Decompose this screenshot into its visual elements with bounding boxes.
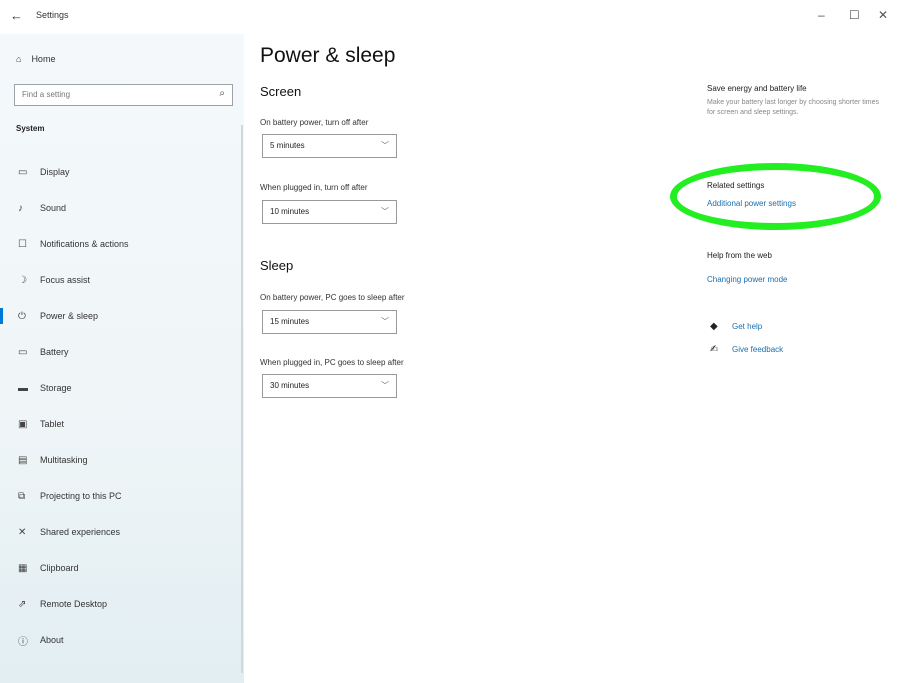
- get-help-link[interactable]: ◆ Get help: [710, 321, 762, 332]
- screen-plugged-dropdown[interactable]: 10 minutes ﹀: [262, 200, 397, 224]
- sidebar-item-notifications[interactable]: ☐ Notifications & actions: [0, 226, 240, 262]
- sleep-plugged-dropdown[interactable]: 30 minutes ﹀: [262, 374, 397, 398]
- notifications-icon: ☐: [18, 238, 27, 250]
- sidebar-item-focus-assist[interactable]: ☽ Focus assist: [0, 262, 240, 298]
- search-input[interactable]: Find a setting ⌕: [14, 84, 233, 106]
- display-icon: ▭: [18, 166, 28, 178]
- window-title: Settings: [36, 10, 69, 20]
- sidebar-item-label: Power & sleep: [40, 311, 99, 321]
- battery-icon: ▭: [18, 346, 28, 358]
- screen-battery-label: On battery power, turn off after: [260, 118, 369, 127]
- title-bar: ← Settings – ☐ ✕: [0, 0, 902, 34]
- page-title: Power & sleep: [260, 44, 396, 67]
- sidebar-item-shared-experiences[interactable]: ✕ Shared experiences: [0, 514, 240, 550]
- sleep-battery-dropdown[interactable]: 15 minutes ﹀: [262, 310, 397, 334]
- sleep-plugged-label: When plugged in, PC goes to sleep after: [260, 358, 404, 367]
- multitasking-icon: ▤: [18, 454, 28, 466]
- home-nav-item[interactable]: ⌂ Home: [16, 54, 55, 64]
- sidebar: ⌂ Home Find a setting ⌕ System ▭ Display…: [0, 34, 244, 683]
- sleep-heading: Sleep: [260, 258, 294, 273]
- feedback-icon: ✍: [710, 344, 719, 355]
- search-placeholder: Find a setting: [22, 90, 71, 99]
- get-help-icon: ◆: [710, 321, 718, 332]
- get-help-label: Get help: [732, 322, 763, 331]
- changing-power-mode-link[interactable]: Changing power mode: [707, 275, 788, 284]
- chevron-down-icon: ﹀: [381, 141, 389, 150]
- sidebar-item-storage[interactable]: ▬ Storage: [0, 370, 240, 406]
- sidebar-item-multitasking[interactable]: ▤ Multitasking: [0, 442, 240, 478]
- sidebar-item-label: Battery: [40, 347, 69, 357]
- sidebar-item-label: Multitasking: [40, 455, 88, 465]
- save-energy-title: Save energy and battery life: [707, 84, 807, 93]
- dropdown-value: 15 minutes: [270, 317, 310, 326]
- projecting-icon: ⧉: [18, 490, 26, 502]
- give-feedback-label: Give feedback: [732, 345, 784, 354]
- sidebar-divider: [241, 125, 243, 673]
- sidebar-item-power-sleep[interactable]: ⏻ Power & sleep: [0, 298, 240, 334]
- sidebar-item-display[interactable]: ▭ Display: [0, 154, 240, 190]
- dropdown-value: 30 minutes: [270, 381, 310, 390]
- chevron-down-icon: ﹀: [381, 317, 389, 326]
- screen-heading: Screen: [260, 84, 302, 99]
- sidebar-item-label: Storage: [40, 383, 72, 393]
- sidebar-item-label: About: [40, 635, 64, 645]
- sidebar-item-label: Display: [40, 167, 70, 177]
- sidebar-item-label: Projecting to this PC: [40, 491, 122, 501]
- section-label: System: [16, 124, 45, 133]
- dropdown-value: 5 minutes: [270, 141, 305, 150]
- dropdown-value: 10 minutes: [270, 207, 310, 216]
- maximize-button[interactable]: ☐: [849, 8, 860, 22]
- minimize-button[interactable]: –: [818, 8, 825, 22]
- sidebar-item-about[interactable]: ⓘ About: [0, 622, 240, 658]
- home-icon: ⌂: [16, 54, 22, 64]
- close-button[interactable]: ✕: [878, 8, 888, 22]
- sidebar-item-label: Remote Desktop: [40, 599, 108, 609]
- about-icon: ⓘ: [18, 636, 28, 648]
- sidebar-item-label: Sound: [40, 203, 67, 213]
- tablet-icon: ▣: [18, 418, 28, 430]
- sidebar-item-projecting[interactable]: ⧉ Projecting to this PC: [0, 478, 240, 514]
- storage-icon: ▬: [18, 382, 28, 394]
- focus-assist-icon: ☽: [18, 274, 27, 286]
- sound-icon: ♪: [18, 202, 23, 214]
- save-energy-text: Make your battery last longer by choosin…: [707, 99, 879, 116]
- give-feedback-link[interactable]: ✍ Give feedback: [710, 344, 783, 355]
- chevron-down-icon: ﹀: [381, 381, 389, 390]
- power-icon: ⏻: [18, 310, 26, 322]
- sidebar-item-label: Shared experiences: [40, 527, 121, 537]
- nav-list: ▭ Display ♪ Sound ☐ Notifications & acti…: [0, 154, 240, 658]
- sidebar-item-tablet[interactable]: ▣ Tablet: [0, 406, 240, 442]
- sidebar-item-sound[interactable]: ♪ Sound: [0, 190, 240, 226]
- remote-desktop-icon: ⇗: [18, 598, 27, 610]
- sidebar-item-label: Notifications & actions: [40, 239, 129, 249]
- home-label: Home: [31, 54, 56, 64]
- highlight-ellipse: [670, 163, 881, 230]
- back-arrow-icon[interactable]: ←: [10, 8, 23, 23]
- sidebar-item-label: Tablet: [40, 419, 65, 429]
- sleep-battery-label: On battery power, PC goes to sleep after: [260, 293, 405, 302]
- sidebar-item-remote-desktop[interactable]: ⇗ Remote Desktop: [0, 586, 240, 622]
- sidebar-item-clipboard[interactable]: ▦ Clipboard: [0, 550, 240, 586]
- screen-plugged-label: When plugged in, turn off after: [260, 183, 368, 192]
- sidebar-item-battery[interactable]: ▭ Battery: [0, 334, 240, 370]
- chevron-down-icon: ﹀: [381, 207, 389, 216]
- sidebar-item-label: Focus assist: [40, 275, 91, 285]
- search-icon[interactable]: ⌕: [219, 88, 225, 99]
- clipboard-icon: ▦: [18, 562, 28, 574]
- screen-battery-dropdown[interactable]: 5 minutes ﹀: [262, 134, 397, 158]
- shared-experiences-icon: ✕: [18, 526, 27, 538]
- sidebar-item-label: Clipboard: [40, 563, 79, 573]
- help-from-web-title: Help from the web: [707, 251, 772, 260]
